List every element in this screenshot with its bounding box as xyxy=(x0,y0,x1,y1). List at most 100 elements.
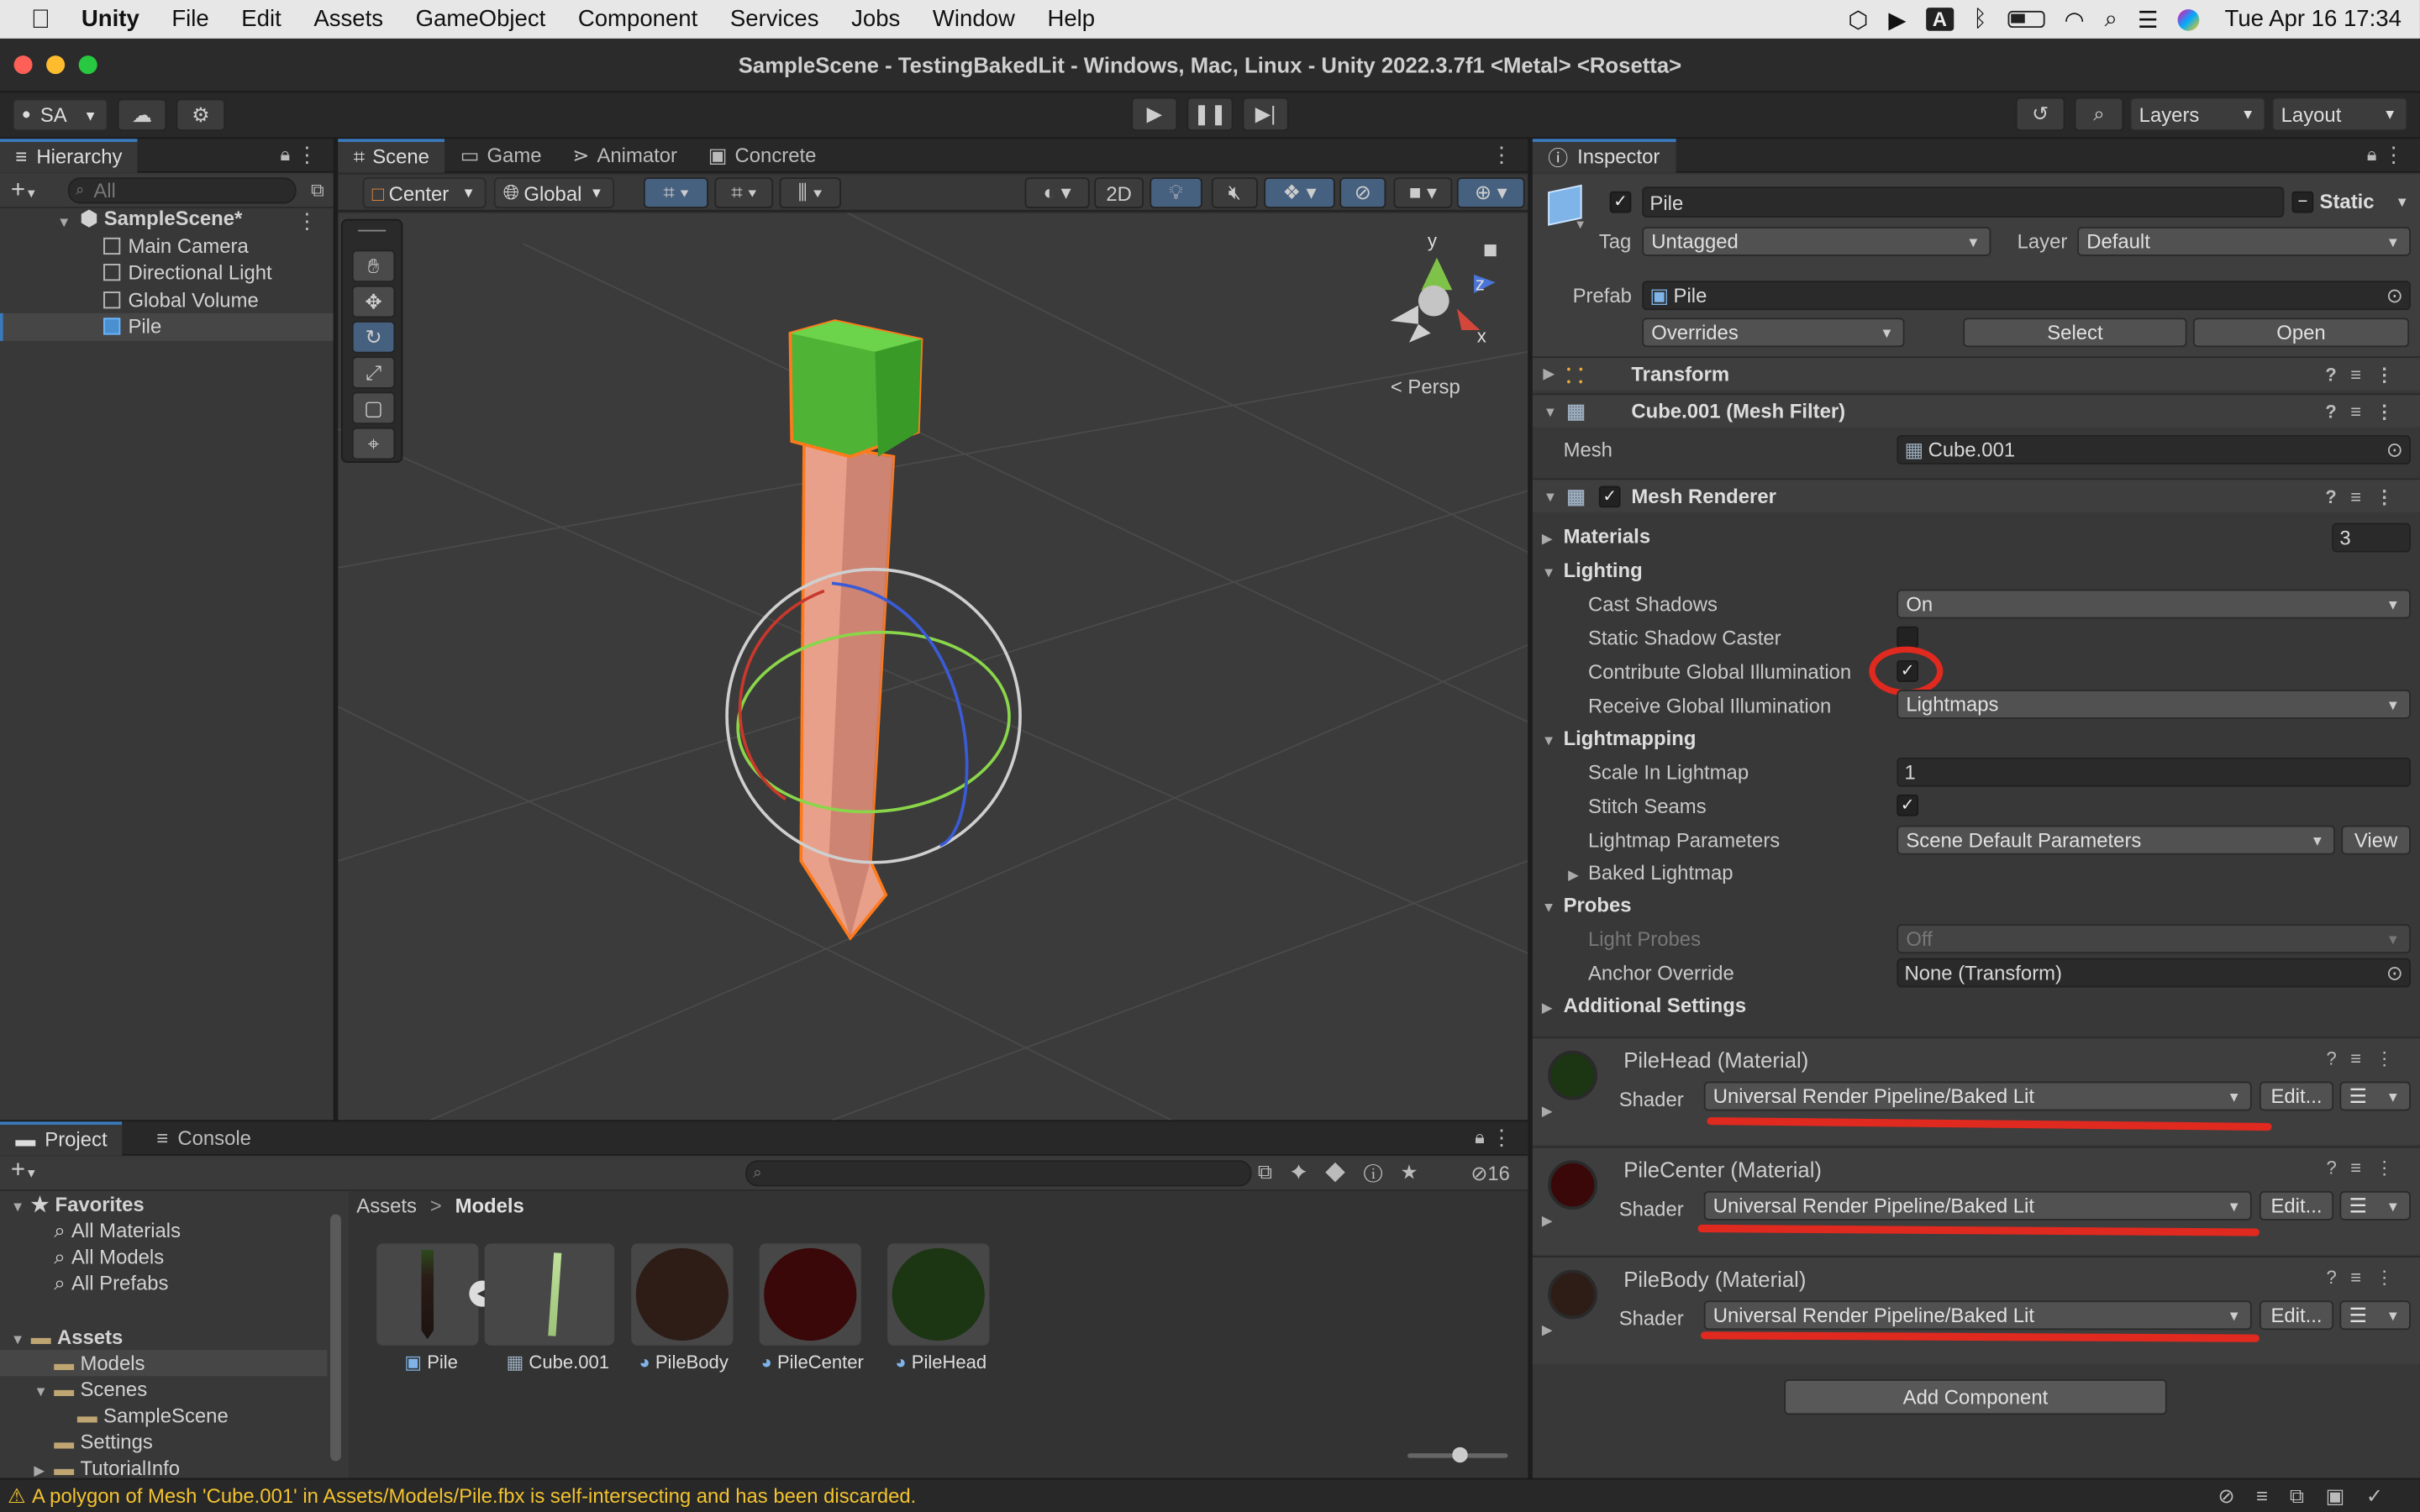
tag-dropdown[interactable]: Untagged ▼ xyxy=(1642,226,1991,256)
scenes-collapse-icon[interactable]: ▼ xyxy=(34,1384,47,1399)
favorites-header[interactable]: ★ Favorites xyxy=(31,1193,145,1217)
breadcrumb-assets[interactable]: Assets xyxy=(356,1194,417,1218)
pilebody-edit-button[interactable]: Edit... xyxy=(2259,1300,2334,1331)
kebab-menu-icon[interactable]: ⋮ xyxy=(2383,142,2405,168)
static-dropdown-arrow[interactable]: ▼ xyxy=(2396,194,2409,209)
menu-edit[interactable]: Edit xyxy=(241,6,281,32)
lightmap-parameters-dropdown[interactable]: Scene Default Parameters ▼ xyxy=(1897,825,2335,855)
increment-snap-button[interactable]: ⌗ ▾ xyxy=(714,177,774,208)
pilehead-shader-dropdown[interactable]: Universal Render Pipeline/Baked Lit ▼ xyxy=(1703,1081,2252,1111)
menu-help[interactable]: Help xyxy=(1047,6,1095,32)
static-shadow-caster-checkbox[interactable] xyxy=(1897,626,1919,648)
scene-kebab-icon[interactable]: ⋮ xyxy=(297,208,318,234)
toggle-2d-button[interactable]: 2D xyxy=(1094,177,1144,208)
lighting-label[interactable]: Lighting xyxy=(1564,559,1643,582)
services-button[interactable]: ⚙ xyxy=(176,98,226,132)
component-actions-icons[interactable]: ?≡⋮ xyxy=(2326,1267,2407,1289)
tab-concrete[interactable]: ▣ Concrete xyxy=(692,138,831,171)
icon-dropdown-arrow[interactable]: ▼ xyxy=(1574,218,1586,232)
asset-pilehead-thumbnail[interactable] xyxy=(887,1243,990,1346)
object-picker-icon[interactable]: ⊙ xyxy=(2386,438,2403,462)
prefab-open-button[interactable]: Open xyxy=(2192,318,2410,348)
tab-console[interactable]: ≡ Console xyxy=(141,1121,266,1154)
object-picker-icon[interactable]: ⊙ xyxy=(2386,960,2403,984)
active-checkbox[interactable]: ✓ xyxy=(1609,191,1632,213)
scene-kebab-menu-icon[interactable]: ⋮ xyxy=(1491,142,1512,168)
prefab-select-button[interactable]: Select xyxy=(1963,318,2187,348)
menu-window[interactable]: Window xyxy=(933,6,1015,32)
hand-tool[interactable]: ✋︎ xyxy=(351,249,396,283)
mesh-renderer-enabled-checkbox[interactable]: ✓ xyxy=(1598,486,1621,508)
tab-game[interactable]: ▭ Game xyxy=(445,138,557,171)
grid-snap-button[interactable]: ⌗ ▾ xyxy=(643,177,709,208)
pilecenter-shader-dropdown[interactable]: Universal Render Pipeline/Baked Lit ▼ xyxy=(1703,1190,2252,1221)
lightmap-view-button[interactable]: View xyxy=(2341,825,2411,855)
project-search-input[interactable]: ⌕ xyxy=(745,1160,1252,1187)
add-component-button[interactable]: Add Component xyxy=(1784,1379,2167,1415)
tutorialinfo-expand-icon[interactable]: ▶ xyxy=(34,1462,45,1479)
play-button[interactable]: ▶ xyxy=(1131,97,1178,132)
space-dropdown[interactable]: 🌐︎ Global ▼ xyxy=(493,177,615,208)
lightmapping-collapse-icon[interactable]: ▼ xyxy=(1542,732,1555,748)
hierarchy-item-global-volume[interactable]: Global Volume xyxy=(103,288,259,312)
breadcrumb-models[interactable]: Models xyxy=(455,1194,524,1218)
assets-collapse-icon[interactable]: ▼ xyxy=(11,1331,24,1347)
asset-pile-label[interactable]: ▣ Pile xyxy=(404,1352,458,1373)
palette-handle[interactable] xyxy=(358,229,387,232)
lightmapping-label[interactable]: Lightmapping xyxy=(1564,727,1697,750)
asset-pilecenter-label[interactable]: ◕ PileCenter xyxy=(760,1352,863,1373)
scene-viewport[interactable]: y z x ■ < Persp xyxy=(338,213,1528,1121)
component-actions-icons[interactable]: ?≡⋮ xyxy=(2325,364,2407,386)
scene-search-icon[interactable]: ⧉ xyxy=(311,179,324,202)
layers-dropdown[interactable]: Layers ▼ xyxy=(2129,97,2266,132)
step-button[interactable]: ▶| xyxy=(1242,97,1289,132)
asset-pilecenter-thumbnail[interactable] xyxy=(759,1243,861,1346)
status-bar-icons[interactable]: ⊘≡⧉▣✓ xyxy=(2217,1484,2404,1509)
hierarchy-item-main-camera[interactable]: Main Camera xyxy=(103,234,249,258)
component-actions-icons[interactable]: ?≡⋮ xyxy=(2326,1158,2407,1179)
rotate-tool[interactable]: ↻ xyxy=(351,321,396,354)
unity-status-icon[interactable]: ⬡ xyxy=(1848,5,1868,33)
transform-component-header[interactable]: ▶ ⸬ Transform ?≡⋮ xyxy=(1532,356,2420,391)
hidden-objects-button[interactable]: ⊘ xyxy=(1339,177,1386,208)
stitch-seams-checkbox[interactable]: ✓ xyxy=(1897,794,1919,816)
menu-file[interactable]: File xyxy=(171,6,208,32)
search-button[interactable]: ⌕ xyxy=(2074,97,2124,132)
folder-tutorialinfo[interactable]: ▬ TutorialInfo xyxy=(54,1457,180,1480)
move-tool[interactable]: ✥ xyxy=(351,285,396,318)
receive-gi-dropdown[interactable]: Lightmaps ▼ xyxy=(1897,690,2411,719)
account-dropdown[interactable]: ● SA ▼ xyxy=(12,98,108,132)
expand-scene-icon[interactable]: ▼ xyxy=(57,214,71,229)
cloud-button[interactable]: ☁ xyxy=(117,98,167,132)
component-actions-icons[interactable]: ?≡⋮ xyxy=(2325,401,2407,423)
layer-dropdown[interactable]: Default ▼ xyxy=(2077,226,2411,256)
asset-cube001-label[interactable]: ▦ Cube.001 xyxy=(506,1352,609,1373)
lighting-toggle-button[interactable]: 💡︎ xyxy=(1150,177,1202,208)
asset-cube001-thumbnail[interactable] xyxy=(484,1243,615,1346)
pilehead-options-dropdown[interactable]: ☰ ▼ xyxy=(2339,1081,2411,1111)
wifi-icon[interactable]: ◠ xyxy=(2065,5,2085,33)
siri-icon[interactable] xyxy=(2178,8,2201,30)
hierarchy-item-pile[interactable]: Pile xyxy=(103,315,161,338)
menu-app[interactable]: Unity xyxy=(82,6,139,32)
component-actions-icons[interactable]: ?≡⋮ xyxy=(2325,486,2407,507)
pause-button[interactable]: ❚❚ xyxy=(1186,97,1234,132)
control-center-icon[interactable]: ☰ xyxy=(2138,5,2159,33)
effects-toggle-button[interactable]: ❖ ▾ xyxy=(1264,177,1335,208)
expand-arrow-icon[interactable]: ▶ xyxy=(1542,1103,1553,1120)
asset-pile-thumbnail[interactable] xyxy=(376,1243,479,1346)
expand-arrow-icon[interactable]: ▶ xyxy=(1542,1322,1553,1339)
kebab-menu-icon[interactable]: ⋮ xyxy=(1491,1125,1512,1151)
assets-folder[interactable]: ▬ Assets xyxy=(31,1326,124,1349)
bluetooth-icon[interactable]: ᛒ xyxy=(1973,6,1987,32)
zoom-slider-thumb[interactable] xyxy=(1452,1446,1468,1463)
additional-settings-label[interactable]: Additional Settings xyxy=(1564,994,1747,1017)
materials-count-field[interactable]: 3 xyxy=(2332,522,2411,553)
lock-icon[interactable]: 🔒︎ xyxy=(1475,1126,1485,1150)
datetime[interactable]: Tue Apr 16 17:34 xyxy=(2225,6,2402,32)
menu-jobs[interactable]: Jobs xyxy=(851,6,900,32)
layout-dropdown[interactable]: Layout ▼ xyxy=(2271,97,2408,132)
baked-lightmap-expand-icon[interactable]: ▶ xyxy=(1568,867,1579,884)
pilehead-edit-button[interactable]: Edit... xyxy=(2259,1081,2334,1111)
additional-settings-expand-icon[interactable]: ▶ xyxy=(1542,1000,1553,1016)
